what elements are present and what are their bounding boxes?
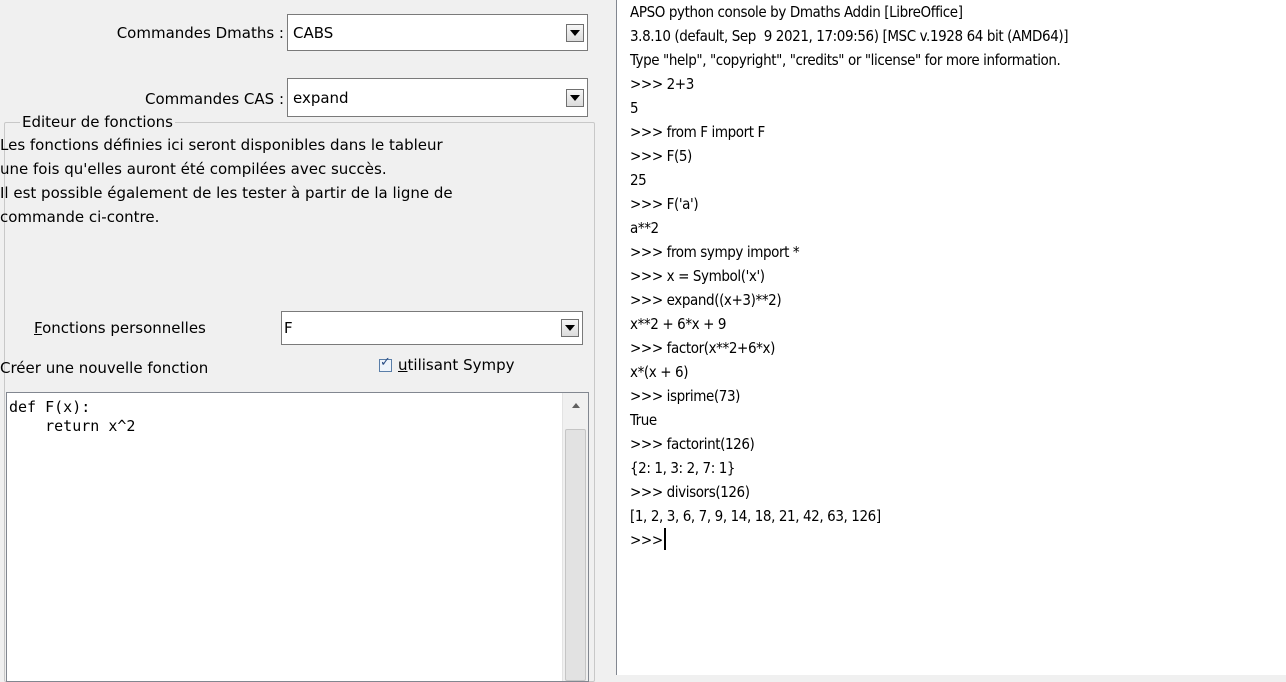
console-line: x*(x + 6): [630, 363, 689, 381]
cas-commands-value: expand: [293, 88, 349, 107]
checkmark-icon: ✓: [380, 354, 391, 370]
personal-functions-dropdown-button[interactable]: [561, 319, 579, 337]
cas-commands-label: Commandes CAS :: [145, 90, 284, 108]
use-sympy-label: utilisant Sympy: [398, 356, 514, 374]
dmaths-commands-value: CABS: [293, 23, 334, 42]
personal-functions-select[interactable]: F: [281, 311, 583, 345]
python-console[interactable]: APSO python console by Dmaths Addin [Lib…: [616, 0, 1286, 675]
console-line: >>> x = Symbol('x'): [630, 267, 765, 285]
console-line: >>> factorint(126): [630, 435, 755, 453]
dmaths-commands-label: Commandes Dmaths :: [116, 24, 284, 42]
function-editor-description: Les fonctions définies ici seront dispon…: [0, 133, 596, 229]
splitter[interactable]: [598, 0, 616, 675]
function-code-editor[interactable]: def F(x): return x^2: [6, 392, 589, 682]
console-line: >>> divisors(126): [630, 483, 750, 501]
chevron-down-icon: [570, 29, 580, 36]
console-line: 25: [630, 171, 647, 189]
console-line: {2: 1, 3: 2, 7: 1}: [630, 459, 736, 477]
console-line: >>> expand((x+3)**2): [630, 291, 782, 309]
label-rest: tilisant Sympy: [407, 356, 515, 374]
console-line: >>> from F import F: [630, 123, 765, 141]
checkbox-box[interactable]: ✓: [379, 354, 392, 372]
new-function-label: Créer une nouvelle fonction: [0, 359, 209, 377]
personal-functions-label: Fonctions personnelles: [34, 318, 206, 338]
console-line: APSO python console by Dmaths Addin [Lib…: [630, 3, 963, 21]
console-line: 3.8.10 (default, Sep 9 2021, 17:09:56) […: [630, 27, 1069, 45]
console-line: >>> isprime(73): [630, 387, 741, 405]
scroll-up-arrow-icon[interactable]: [571, 403, 580, 408]
console-line: 5: [630, 99, 639, 117]
personal-functions-value: F: [284, 319, 293, 337]
dmaths-commands-select[interactable]: CABS: [287, 14, 588, 51]
dmaths-dropdown-button[interactable]: [566, 23, 584, 42]
mnemonic-letter: u: [398, 356, 408, 374]
console-line: >>> factor(x**2+6*x): [630, 339, 775, 357]
scrollbar-thumb[interactable]: [565, 429, 586, 681]
label-rest: onctions personnelles: [42, 319, 206, 337]
console-output: APSO python console by Dmaths Addin [Lib…: [630, 0, 1069, 552]
console-line: >>> 2+3: [630, 75, 694, 93]
function-editor-legend: Editeur de fonctions: [20, 112, 175, 132]
console-line: True: [630, 411, 657, 429]
cas-commands-select[interactable]: expand: [287, 78, 588, 117]
description-line: une fois qu'elles auront été compilées a…: [0, 160, 387, 178]
console-line: >>> F(5): [630, 147, 692, 165]
console-prompt: >>>: [630, 531, 663, 549]
console-line: Type "help", "copyright", "credits" or "…: [630, 51, 1061, 69]
cas-dropdown-button[interactable]: [566, 88, 584, 107]
text-cursor: [663, 528, 666, 550]
description-line: Les fonctions définies ici seront dispon…: [0, 136, 443, 154]
chevron-down-icon: [570, 94, 580, 101]
function-code[interactable]: def F(x): return x^2: [9, 398, 135, 436]
console-line: >>> from sympy import *: [630, 243, 800, 261]
console-prompt-line[interactable]: >>>: [630, 528, 1068, 552]
left-panel: Commandes Dmaths : CABS Commandes CAS : …: [0, 0, 598, 682]
description-line: commande ci-contre.: [0, 208, 160, 226]
mnemonic-letter: F: [34, 319, 43, 337]
editor-vertical-scrollbar[interactable]: [562, 393, 588, 681]
console-line: >>> F('a'): [630, 195, 699, 213]
console-line: [1, 2, 3, 6, 7, 9, 14, 18, 21, 42, 63, 1…: [630, 507, 881, 525]
console-line: a**2: [630, 219, 659, 237]
use-sympy-checkbox[interactable]: ✓ utilisant Sympy: [379, 354, 514, 374]
console-line: x**2 + 6*x + 9: [630, 315, 727, 333]
chevron-down-icon: [565, 325, 575, 331]
description-line: Il est possible également de les tester …: [0, 184, 453, 202]
